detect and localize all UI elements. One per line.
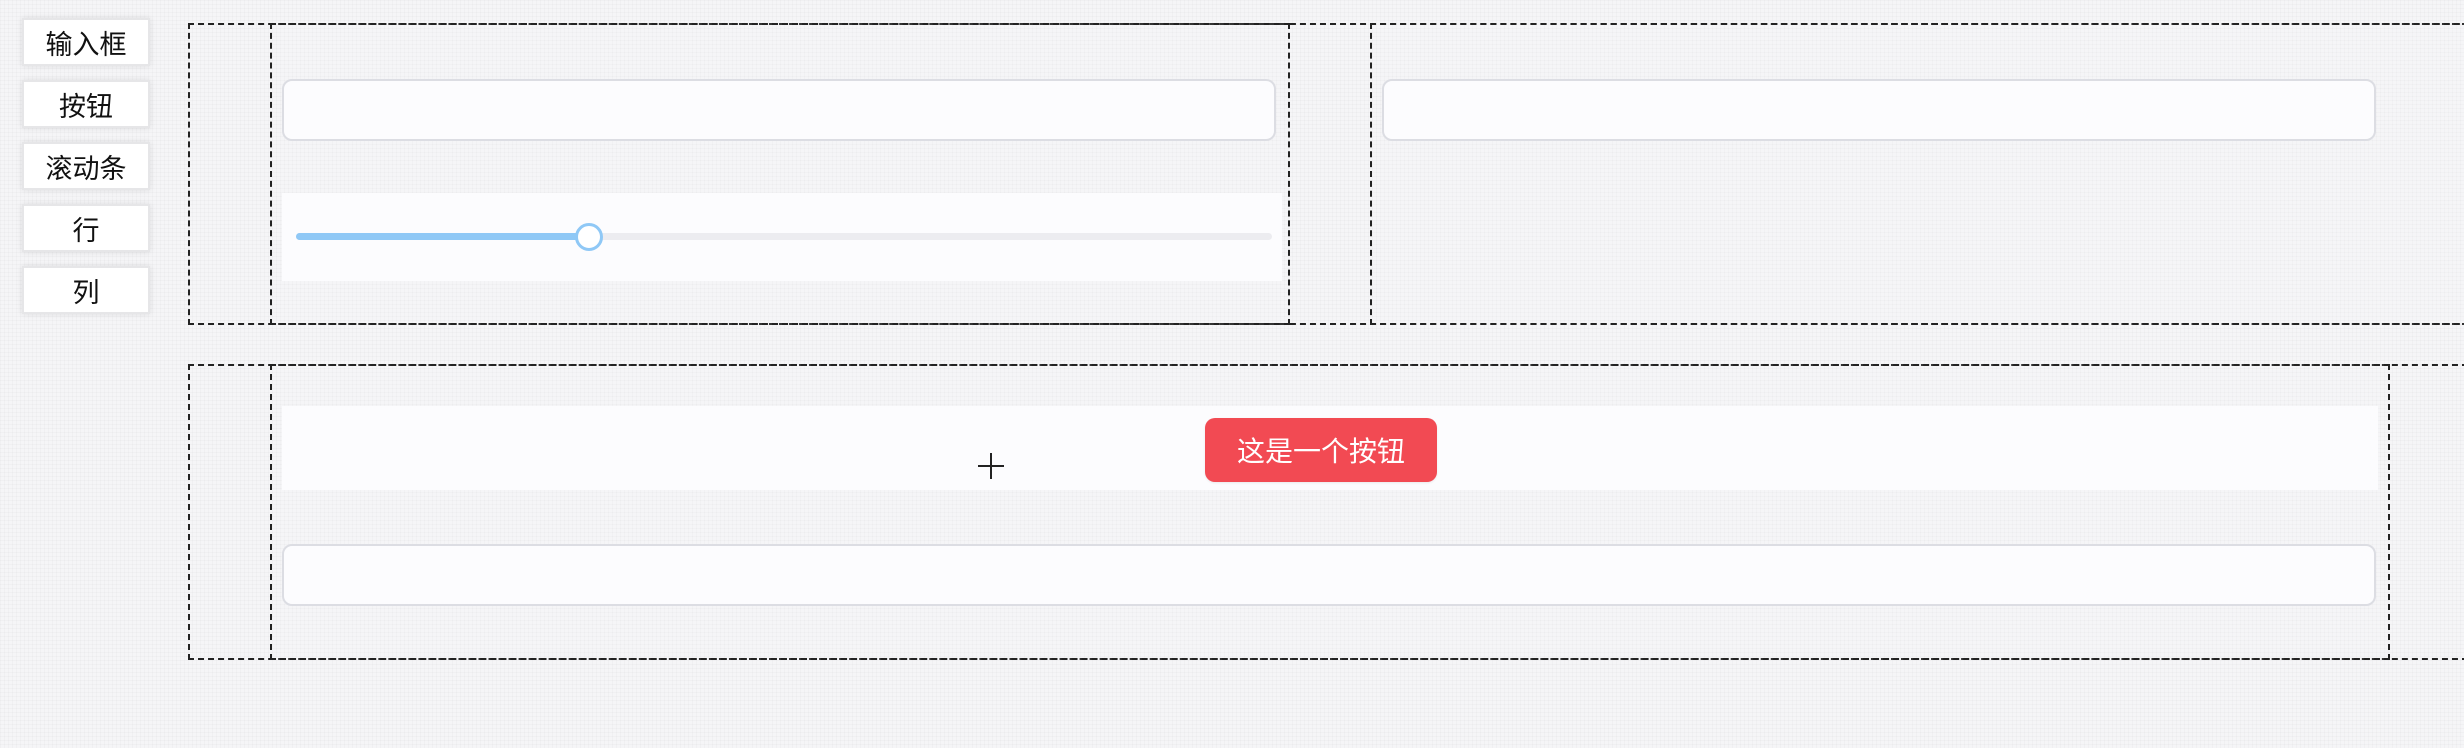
button-container: 这是一个按钮 (282, 406, 2378, 490)
text-input[interactable] (282, 79, 1276, 141)
palette-item-button[interactable]: 按钮 (22, 80, 150, 128)
layout-column-1[interactable] (270, 23, 1290, 325)
layout-row-1[interactable] (188, 23, 2464, 325)
palette-item-column[interactable]: 列 (22, 266, 150, 314)
layout-row-2[interactable]: 这是一个按钮 (188, 364, 2464, 660)
text-input[interactable] (1382, 79, 2376, 141)
palette-item-slider[interactable]: 滚动条 (22, 142, 150, 190)
slider-fill (296, 233, 589, 240)
layout-column-3[interactable]: 这是一个按钮 (270, 364, 2390, 660)
palette-item-input[interactable]: 输入框 (22, 18, 150, 66)
slider-thumb[interactable] (574, 223, 603, 251)
slider-track[interactable] (296, 223, 1272, 251)
layout-column-2[interactable] (1370, 23, 2464, 325)
text-input[interactable] (282, 544, 2376, 606)
palette-item-row[interactable]: 行 (22, 204, 150, 252)
primary-button[interactable]: 这是一个按钮 (1205, 418, 1437, 482)
slider-container (282, 193, 1282, 281)
